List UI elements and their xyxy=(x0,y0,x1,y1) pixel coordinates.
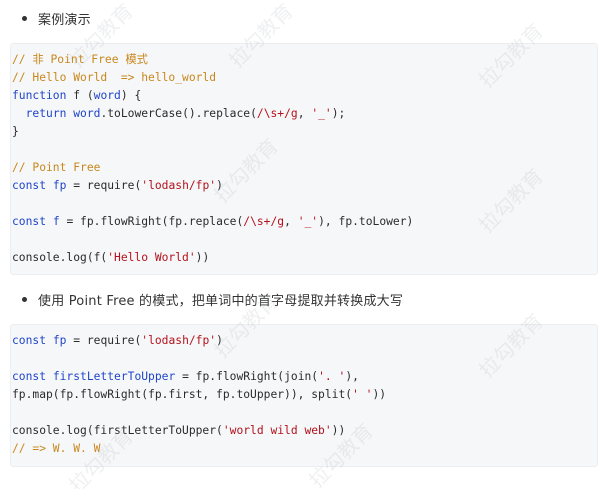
code-token: // => W. W. W xyxy=(12,442,101,455)
code-line: const f = fp.flowRight(fp.replace(/\s+/g… xyxy=(12,213,613,231)
code-line: // => W. W. W xyxy=(12,440,613,458)
code-line: } xyxy=(12,123,613,141)
bullet-dot xyxy=(22,297,27,302)
code-token: console.log(firstLetterToUpper( xyxy=(12,424,223,437)
code-token: 'lodash/fp' xyxy=(141,179,217,192)
code-token: const xyxy=(12,334,47,347)
bullet-text: 使用 Point Free 的模式，把单词中的首字母提取并转换成大写 xyxy=(38,294,404,309)
code-token: , xyxy=(284,215,298,228)
code-token: function xyxy=(12,89,67,102)
code-token: console.log(f( xyxy=(12,251,108,264)
code-token: ); xyxy=(331,107,346,120)
code-token: // Hello World => hello_world xyxy=(12,71,217,84)
code-token: const xyxy=(12,179,47,192)
code-token: '. ' xyxy=(318,370,346,383)
code-token: = require( xyxy=(66,179,142,192)
code-token: = require( xyxy=(66,334,142,347)
code-token: )) xyxy=(331,424,346,437)
code-token: ) { xyxy=(120,89,142,102)
code-line: console.log(f('Hello World')) xyxy=(12,249,613,267)
code-token: word xyxy=(73,107,101,120)
code-line: console.log(firstLetterToUpper('world wi… xyxy=(12,422,613,440)
code-line: function f (word) { xyxy=(12,87,613,105)
code-token: = fp.flowRight(fp.replace( xyxy=(59,215,244,228)
code-token: const xyxy=(12,370,47,383)
code-line: const fp = require('lodash/fp') xyxy=(12,332,613,350)
code-token: ) xyxy=(216,179,223,192)
code-token: const xyxy=(12,215,47,228)
bullet-item-demo: 案例演示 xyxy=(22,9,91,28)
code-token: word xyxy=(93,89,121,102)
bullet-dot xyxy=(22,16,27,21)
bullet-text: 案例演示 xyxy=(38,13,91,28)
code-token: } xyxy=(12,125,19,138)
code-token: '_' xyxy=(311,107,332,120)
code-line: // Hello World => hello_world xyxy=(12,69,613,87)
code-token: return xyxy=(25,107,67,120)
code-token: ' ' xyxy=(352,388,373,401)
code-line: fp.map(fp.flowRight(fp.first, fp.toUpper… xyxy=(12,386,613,404)
code-token: fp xyxy=(52,334,67,347)
code-content-1: // 非 Point Free 模式 // Hello World => hell… xyxy=(12,51,613,267)
code-token: 'Hello World' xyxy=(107,251,196,264)
code-token: fp xyxy=(52,179,67,192)
document-page: 案例演示 // 非 Point Free 模式 // Hello World =>… xyxy=(0,0,613,489)
code-line: return word.toLowerCase().replace(/\s+/g… xyxy=(12,105,613,123)
code-token: /\s+/g xyxy=(256,107,298,120)
code-token: // Point Free xyxy=(12,161,101,174)
code-line: const firstLetterToUpper = fp.flowRight(… xyxy=(12,368,613,386)
code-token: = fp.flowRight(join( xyxy=(175,370,319,383)
code-token: , xyxy=(297,107,312,120)
code-line: const fp = require('lodash/fp') xyxy=(12,177,613,195)
code-token: )) xyxy=(372,388,387,401)
code-line: // 非 Point Free 模式 xyxy=(12,51,613,69)
bullet-item-point-free: 使用 Point Free 的模式，把单词中的首字母提取并转换成大写 xyxy=(22,290,403,309)
code-token: ), fp.toLower) xyxy=(318,215,414,228)
code-token: 'lodash/fp' xyxy=(141,334,217,347)
code-token: firstLetterToUpper xyxy=(52,370,176,383)
code-token: '_' xyxy=(297,215,319,228)
code-token: fp.map(fp.flowRight(fp.first, fp.toUpper… xyxy=(12,388,353,401)
code-token: 'world wild web' xyxy=(222,424,332,437)
code-token: ), xyxy=(345,370,359,383)
code-token: .toLowerCase().replace( xyxy=(100,107,257,120)
code-token: )) xyxy=(195,251,210,264)
code-token: // 非 Point Free 模式 xyxy=(12,53,148,66)
code-token: f ( xyxy=(66,89,94,102)
code-line: // Point Free xyxy=(12,159,613,177)
code-token: /\s+/g xyxy=(243,215,285,228)
code-content-2: const fp = require('lodash/fp') const fi… xyxy=(12,332,613,458)
code-token: f xyxy=(52,215,60,228)
code-token: ) xyxy=(216,334,223,347)
